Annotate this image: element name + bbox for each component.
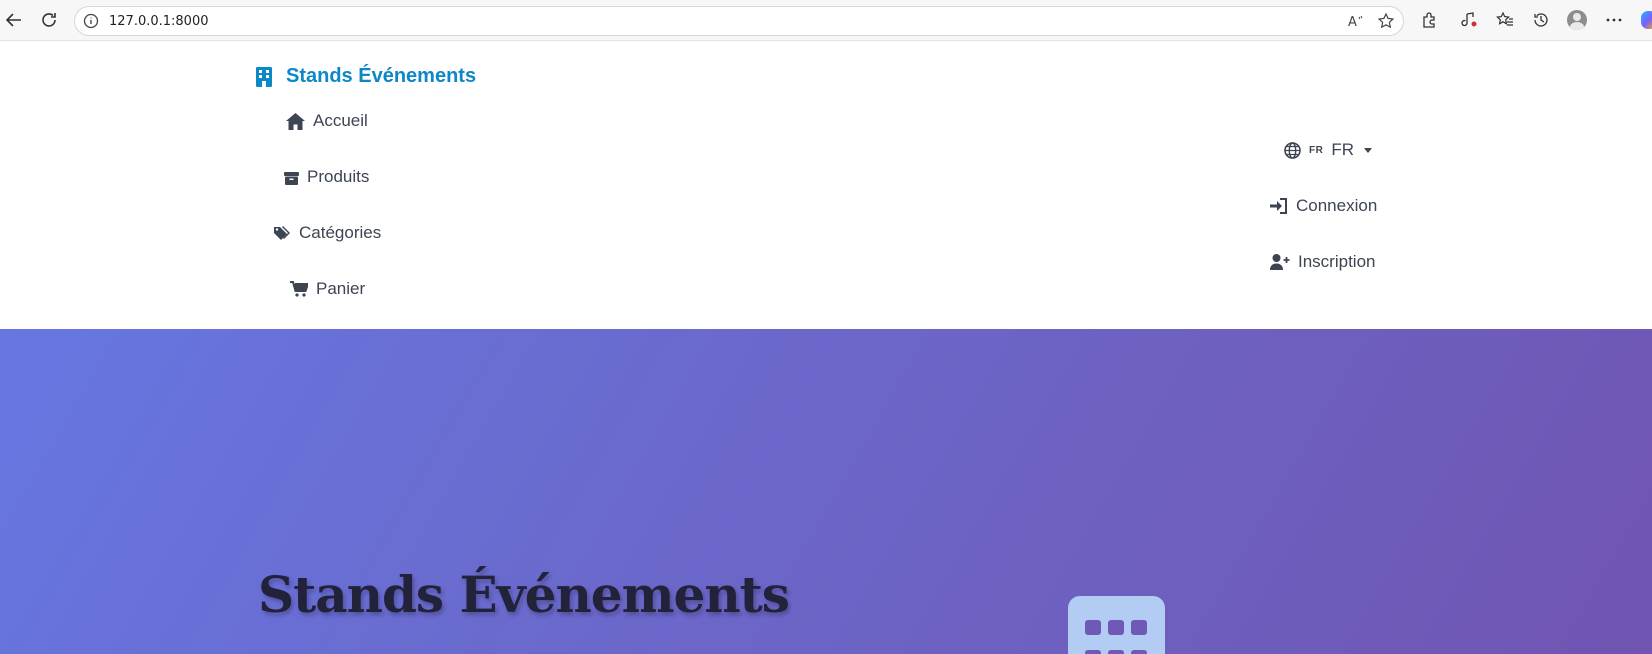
nav-label-inscription: Inscription [1298, 252, 1376, 271]
nav-label-categories: Catégories [299, 223, 382, 242]
nav-item-connexion[interactable]: Connexion [1270, 196, 1377, 216]
nav-item-categories[interactable]: Catégories [274, 223, 381, 243]
reload-icon[interactable] [37, 8, 61, 32]
hero-section: Stands Événements [0, 329, 1652, 654]
nav-label-produits: Produits [307, 167, 370, 186]
hero-title: Stands Événements [258, 565, 790, 624]
chevron-down-icon [1364, 147, 1373, 153]
user-plus-icon [1270, 254, 1290, 270]
favorites-icon[interactable] [1494, 9, 1516, 31]
address-bar[interactable]: 127.0.0.1:8000 A [74, 6, 1404, 36]
box-icon [284, 171, 299, 185]
cart-icon [290, 281, 308, 297]
browser-toolbar: 127.0.0.1:8000 A [0, 0, 1652, 41]
globe-icon [1284, 141, 1301, 159]
history-icon[interactable] [1530, 9, 1552, 31]
browser-essentials-icon[interactable] [1459, 9, 1481, 31]
site-info-icon[interactable] [83, 13, 99, 34]
nav-item-accueil[interactable]: Accueil [286, 111, 368, 131]
svg-text:A: A [1348, 15, 1357, 30]
copilot-icon[interactable] [1641, 11, 1652, 29]
building-icon [256, 66, 272, 87]
url-text[interactable]: 127.0.0.1:8000 [109, 14, 209, 29]
brand-link[interactable]: Stands Événements [256, 65, 476, 88]
read-aloud-icon[interactable]: A [1347, 12, 1365, 35]
sign-in-icon [1270, 198, 1287, 214]
home-icon [286, 112, 305, 130]
nav-item-panier[interactable]: Panier [290, 279, 365, 299]
profile-icon[interactable] [1566, 9, 1588, 31]
building-icon [1068, 596, 1165, 654]
favorite-star-icon[interactable] [1377, 12, 1395, 35]
extensions-icon[interactable] [1418, 9, 1440, 31]
back-icon[interactable] [2, 8, 26, 32]
language-dropdown[interactable]: FR FR [1284, 140, 1373, 160]
nav-label-panier: Panier [316, 279, 366, 298]
nav-item-inscription[interactable]: Inscription [1270, 252, 1375, 272]
site-navbar: Stands Événements Accueil Produits Catég… [0, 41, 1652, 329]
nav-item-produits[interactable]: Produits [284, 167, 369, 187]
language-code: FR [1331, 140, 1355, 159]
nav-label-connexion: Connexion [1296, 196, 1378, 215]
brand-name: Stands Événements [286, 65, 477, 87]
language-flag-code: FR [1309, 144, 1324, 156]
tags-icon [274, 225, 290, 240]
nav-label-accueil: Accueil [313, 111, 368, 130]
more-menu-icon[interactable] [1603, 9, 1625, 31]
